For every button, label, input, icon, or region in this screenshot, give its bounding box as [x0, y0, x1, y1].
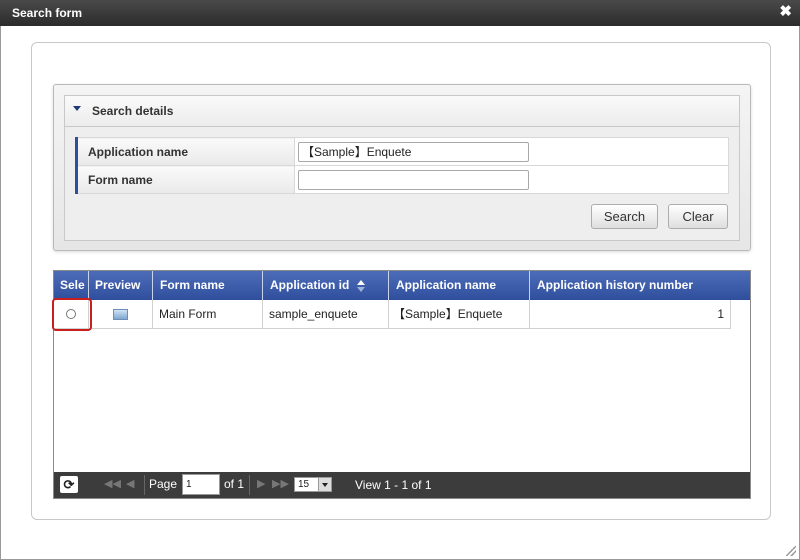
resize-grip-icon[interactable] [786, 546, 796, 556]
form-name-label: Form name [75, 165, 295, 194]
table-row[interactable]: Main Form sample_enquete 【Sample】Enquete… [54, 300, 731, 329]
column-header-application-name[interactable]: Application name [389, 271, 530, 300]
results-grid: Sele Preview Form name Application id Ap… [52, 270, 751, 499]
clear-button[interactable]: Clear [668, 204, 728, 229]
next-page-icon[interactable]: ▶ [257, 477, 265, 490]
page-total-label: of 1 [224, 477, 245, 491]
search-details-panel: Search details Application name Form nam… [53, 84, 751, 251]
application-name-input[interactable] [298, 141, 529, 162]
content-panel: Search details Application name Form nam… [31, 42, 771, 520]
pager-bar: ⟳ ◀◀ ◀ Page of 1 ▶ ▶▶ 15 View 1 - 1 of 1 [54, 472, 750, 498]
search-button[interactable]: Search [591, 204, 658, 229]
pager-divider [144, 475, 145, 495]
last-page-icon[interactable]: ▶▶ [272, 477, 289, 490]
rows-per-page-select[interactable]: 15 [294, 477, 332, 492]
search-details-label: Search details [92, 104, 174, 118]
close-icon[interactable]: ✖ [779, 4, 792, 20]
window-titlebar: Search form ✖ [0, 0, 800, 26]
refresh-icon[interactable]: ⟳ [60, 476, 78, 493]
prev-page-icon[interactable]: ◀ [126, 477, 134, 490]
sort-icon [356, 279, 365, 292]
pager-divider [249, 475, 250, 495]
application-name-row: Application name [75, 137, 729, 166]
page-label: Page [149, 477, 178, 491]
form-name-input[interactable] [298, 169, 529, 190]
view-range-label: View 1 - 1 of 1 [355, 478, 432, 492]
page-number-input[interactable] [182, 474, 220, 495]
first-page-icon[interactable]: ◀◀ [104, 477, 121, 490]
grid-header: Sele Preview Form name Application id Ap… [54, 271, 750, 300]
column-header-select[interactable]: Sele [54, 271, 89, 300]
search-details-header[interactable]: Search details [64, 95, 740, 126]
column-header-preview[interactable]: Preview [89, 271, 153, 300]
application-id-header-label: Application id [270, 278, 350, 292]
collapse-triangle-icon[interactable] [73, 106, 81, 111]
column-header-application-history-number[interactable]: Application history number [530, 271, 750, 300]
rows-per-page-value: 15 [298, 479, 310, 490]
column-header-form-name[interactable]: Form name [153, 271, 263, 300]
image-preview-icon[interactable] [113, 309, 128, 321]
application-name-label: Application name [75, 137, 295, 166]
window-title: Search form [12, 6, 83, 20]
cell-application-id: sample_enquete [263, 300, 389, 328]
cell-application-history-number: 1 [530, 300, 731, 328]
column-header-application-id[interactable]: Application id [263, 271, 389, 300]
search-form-body: Application name Form name Search Clear [64, 126, 740, 241]
search-form-table: Application name Form name [75, 137, 729, 194]
form-name-row: Form name [75, 165, 729, 194]
dialog-body: Search details Application name Form nam… [0, 26, 800, 560]
cell-form-name: Main Form [153, 300, 263, 328]
cell-application-name: 【Sample】Enquete [389, 300, 530, 328]
chevron-down-icon [318, 478, 331, 491]
selection-highlight-box [52, 298, 92, 331]
